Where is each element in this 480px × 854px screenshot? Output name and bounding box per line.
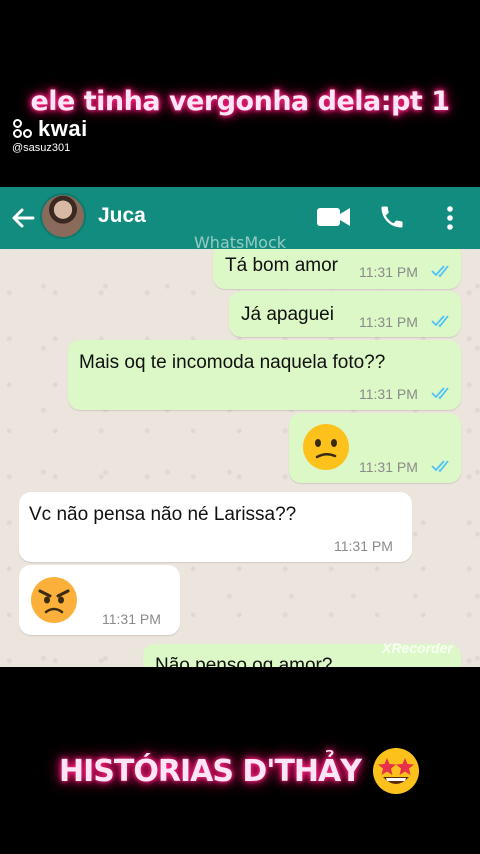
message-text: Já apaguei (241, 304, 334, 325)
kwai-logo: kwai (12, 116, 88, 142)
star-struck-emoji (372, 748, 419, 794)
angry-face-emoji (31, 577, 77, 623)
read-ticks-icon (431, 387, 449, 400)
phone-call-icon[interactable] (378, 203, 406, 231)
more-options-icon[interactable] (443, 204, 457, 232)
read-ticks-icon (431, 315, 449, 328)
xrecorder-watermark: XRecorder (382, 640, 453, 656)
message-text: Mais oq te incomoda naquela foto?? (79, 352, 386, 373)
message-time: 11:31 PM (334, 538, 393, 554)
chat-screen: Juca WhatsMock Tá bom amor 11:31 PM Já a… (0, 187, 480, 667)
kwai-logo-icon (12, 118, 34, 140)
message-time: 11:31 PM (359, 314, 418, 330)
message-text: Tá bom amor (225, 255, 338, 276)
message-bubble-outgoing[interactable]: Mais oq te incomoda naquela foto?? 11:31… (68, 340, 461, 410)
video-top-caption: ele tinha vergonha dela:pt 1 (30, 86, 450, 117)
kwai-logo-text: kwai (38, 116, 88, 141)
kwai-username: @sasuz301 (12, 142, 71, 154)
message-text: Vc não pensa não né Larissa?? (29, 504, 297, 525)
read-ticks-icon (431, 460, 449, 473)
message-time: 11:31 PM (102, 611, 161, 627)
contact-name[interactable]: Juca (98, 204, 146, 228)
confused-face-emoji (303, 424, 349, 470)
message-bubble-incoming[interactable]: 11:31 PM (19, 565, 180, 635)
whatsmock-watermark: WhatsMock (193, 233, 287, 252)
back-arrow-icon[interactable] (8, 203, 38, 233)
message-time: 11:31 PM (359, 459, 418, 475)
message-text: Não penso oq amor? (155, 655, 333, 667)
message-bubble-incoming[interactable]: Vc não pensa não né Larissa?? 11:31 PM (19, 492, 412, 562)
message-time: 11:31 PM (359, 386, 418, 402)
bottom-caption-text: HISTÓRIAS D'THẢY (59, 753, 362, 789)
message-bubble-outgoing[interactable]: 11:31 PM (289, 413, 461, 483)
bottom-caption: HISTÓRIAS D'THẢY (0, 746, 480, 796)
read-ticks-icon (431, 265, 449, 278)
video-call-icon[interactable] (317, 206, 351, 228)
message-time: 11:31 PM (359, 264, 418, 280)
message-bubble-outgoing[interactable]: Já apaguei 11:31 PM (229, 291, 461, 337)
